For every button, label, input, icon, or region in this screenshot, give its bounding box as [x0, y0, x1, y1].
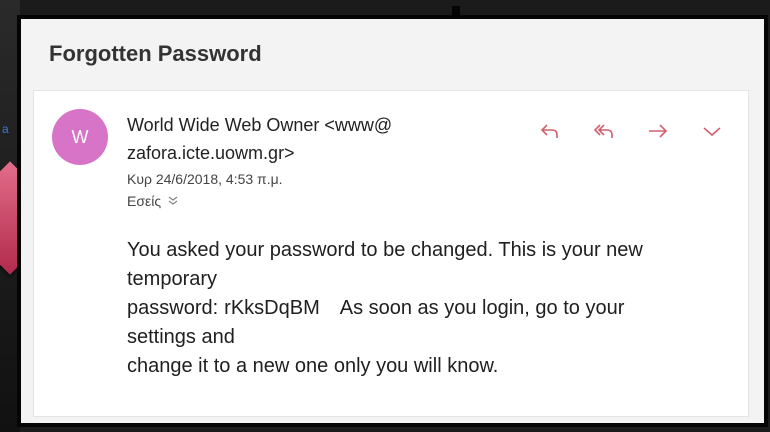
sender-line-2: zafora.icte.uowm.gr>	[127, 143, 295, 163]
sender-name[interactable]: World Wide Web Owner <www@ zafora.icte.u…	[127, 111, 427, 167]
recipients-label: Εσείς	[127, 193, 162, 209]
recipients-row[interactable]: Εσείς	[127, 193, 179, 209]
body-line-2: temporary	[127, 268, 218, 290]
window-frame-notch	[452, 6, 460, 18]
sender-avatar[interactable]: W	[52, 109, 108, 165]
more-actions-chevron-icon[interactable]	[700, 119, 724, 143]
body-line-5: change it to a new one only you will kno…	[127, 355, 499, 377]
body-line-1: You asked your password to be changed. T…	[127, 239, 643, 261]
reply-all-icon[interactable]	[592, 119, 616, 143]
forward-icon[interactable]	[646, 119, 670, 143]
sender-line-1: World Wide Web Owner <www@	[127, 115, 393, 135]
body-line-4: settings and	[127, 326, 235, 348]
message-date: Κυρ 24/6/2018, 4:53 π.μ.	[127, 171, 283, 187]
password-label: password:	[127, 297, 219, 319]
background-text-fragment: a	[2, 122, 9, 136]
reply-icon[interactable]	[538, 119, 562, 143]
email-subject: Forgotten Password	[49, 41, 262, 66]
body-line-3: password: rKksDqBM As soon as you login, g…	[127, 294, 717, 323]
message-card: W World Wide Web Owner <www@ zafora.icte…	[33, 90, 749, 417]
temporary-password: rKksDqBM	[224, 297, 320, 319]
expand-recipients-icon[interactable]	[167, 194, 179, 209]
body-line-3-suffix: As soon as you login, go to your	[339, 297, 625, 319]
message-body: You asked your password to be changed. T…	[127, 236, 717, 381]
email-reading-window: Forgotten Password W World Wide Web Owne…	[17, 15, 768, 427]
message-actions	[538, 119, 724, 143]
